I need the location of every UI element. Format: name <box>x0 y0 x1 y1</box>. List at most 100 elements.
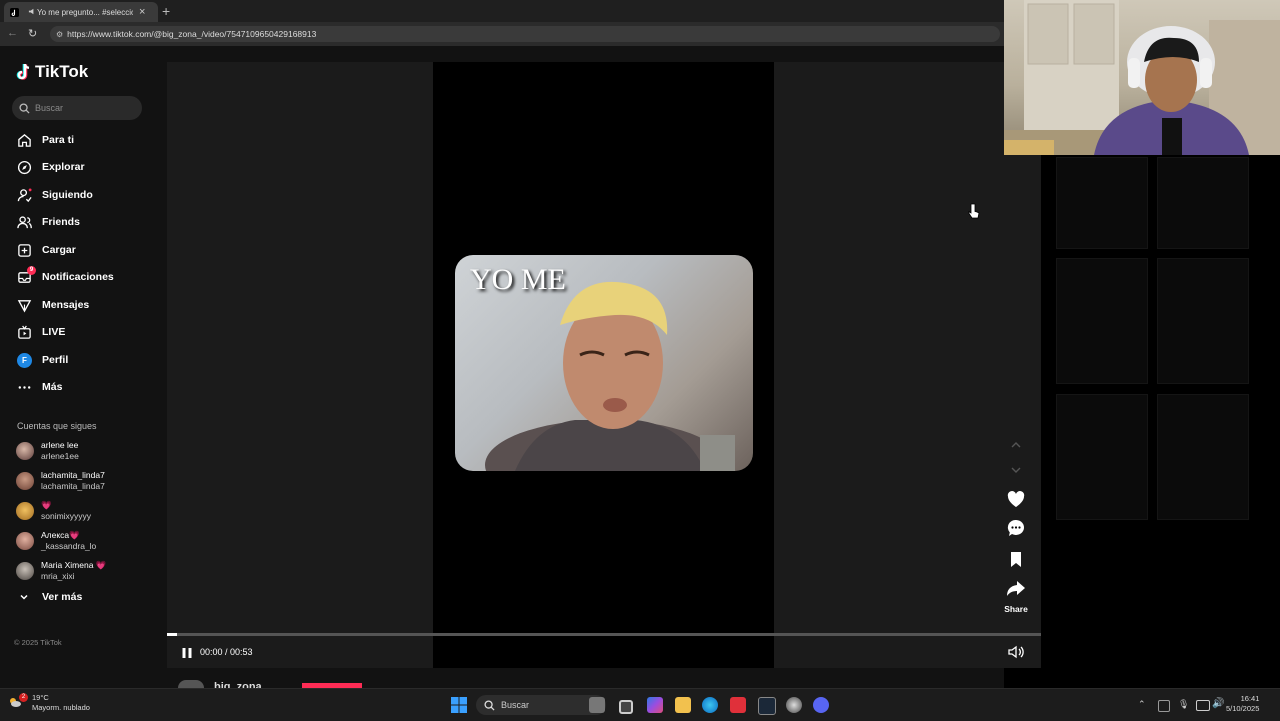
avatar <box>16 532 34 550</box>
search-icon <box>19 102 30 114</box>
see-more-label: Ver más <box>42 591 83 603</box>
nav-item-explorar[interactable]: Explorar <box>16 157 85 177</box>
taskbar-app-icon[interactable] <box>730 697 746 713</box>
url-text: https://www.tiktok.com/@big_zona_/video/… <box>67 29 317 39</box>
nav-label: Siguiendo <box>42 189 93 201</box>
account-item[interactable]: lachamita_linda7 lachamita_linda7 <box>16 468 105 494</box>
recommended-thumbnail[interactable] <box>1056 394 1148 520</box>
like-button[interactable] <box>1004 491 1028 508</box>
logo-text: TikTok <box>35 62 89 81</box>
nav-item-live[interactable]: LIVE <box>16 322 65 342</box>
live-icon <box>16 324 33 341</box>
close-tab-icon[interactable]: × <box>139 6 145 18</box>
taskbar-clock[interactable]: 16:41 5/10/2025 <box>1226 694 1259 714</box>
nav-label: Más <box>42 381 63 393</box>
account-item[interactable]: Maria Ximena 💗 mria_xixi <box>16 558 106 584</box>
speaker-icon[interactable]: 🔊 <box>1212 698 1224 709</box>
nav-item-mas[interactable]: Más <box>16 377 62 397</box>
avatar <box>16 472 34 490</box>
progress-bar[interactable] <box>167 633 1041 636</box>
upload-icon <box>16 242 33 259</box>
network-icon[interactable] <box>1196 700 1210 711</box>
nav-label: LIVE <box>42 326 66 338</box>
account-name: Maria Ximena 💗 <box>41 560 107 570</box>
share-icon <box>1007 581 1025 596</box>
notification-badge: 9 <box>27 265 36 275</box>
previous-video-button[interactable] <box>1004 440 1028 450</box>
nav-item-friends[interactable]: Friends <box>16 212 80 232</box>
account-item[interactable]: arlene lee arlene1ee <box>16 438 79 464</box>
account-handle: mria_xixi <box>41 571 75 581</box>
recommended-thumbnail[interactable] <box>1056 258 1148 384</box>
task-view-icon[interactable] <box>619 700 633 714</box>
discord-icon[interactable] <box>813 697 829 713</box>
weather-desc: Mayorm. nublado <box>32 703 90 712</box>
nav-item-para-ti[interactable]: Para ti <box>16 130 74 150</box>
account-item[interactable]: 💗 sonimixyyyyy <box>16 498 91 524</box>
tray-expand-icon[interactable]: ⌃ <box>1138 699 1146 710</box>
back-icon[interactable]: ← <box>7 27 18 39</box>
profile-avatar-icon: F <box>16 352 33 369</box>
recommended-thumbnail[interactable] <box>1157 258 1249 384</box>
tiktok-favicon-icon <box>10 7 19 17</box>
url-field[interactable]: ⚙ https://www.tiktok.com/@big_zona_/video… <box>50 26 1000 42</box>
chevron-down-icon <box>1011 467 1021 473</box>
nav-item-perfil[interactable]: F Perfil <box>16 350 68 370</box>
taskbar-search-label: Buscar <box>501 700 530 710</box>
see-more-button[interactable]: Ver más <box>18 591 82 603</box>
next-video-button[interactable] <box>1004 465 1028 475</box>
taskbar-search[interactable]: Buscar <box>476 695 606 715</box>
recommended-thumbnail[interactable] <box>1157 394 1249 520</box>
account-item[interactable]: Алекса💗 _kassandra_lo <box>16 528 96 554</box>
volume-button[interactable] <box>1008 645 1024 664</box>
account-handle: _kassandra_lo <box>41 541 97 551</box>
copilot-icon[interactable] <box>647 697 663 713</box>
pause-button[interactable] <box>181 646 193 664</box>
site-info-icon[interactable]: ⚙ <box>56 27 63 43</box>
tiktok-logo[interactable]: TikTok <box>16 62 88 82</box>
following-icon <box>16 187 33 204</box>
share-button[interactable] <box>1004 580 1028 597</box>
new-tab-button[interactable]: + <box>162 3 170 19</box>
account-name: lachamita_linda7 <box>41 470 105 480</box>
bookmark-icon <box>1011 552 1021 567</box>
webcam-overlay <box>1004 0 1280 155</box>
reload-icon[interactable]: ↻ <box>28 27 37 40</box>
speaker-icon <box>28 8 34 15</box>
edge-icon[interactable] <box>702 697 718 713</box>
mouse-cursor <box>968 203 980 224</box>
taskbar-app-icon[interactable] <box>786 697 802 713</box>
weather-icon[interactable]: 2 <box>8 693 28 709</box>
pause-icon <box>182 648 192 658</box>
account-handle: lachamita_linda7 <box>41 481 105 491</box>
avatar <box>16 562 34 580</box>
nav-item-notificaciones[interactable]: 9 Notificaciones <box>16 265 114 287</box>
author-avatar[interactable] <box>178 680 204 688</box>
search-input[interactable]: Buscar <box>12 96 142 120</box>
tray-app-icon[interactable] <box>1158 700 1170 712</box>
account-name: 💗 <box>41 500 52 510</box>
steam-icon[interactable] <box>758 697 776 715</box>
send-icon <box>16 297 33 314</box>
avatar <box>16 502 34 520</box>
chevron-down-icon <box>20 594 28 600</box>
nav-label: Friends <box>42 216 80 228</box>
recommended-thumbnail[interactable] <box>1056 157 1148 249</box>
comment-button[interactable] <box>1004 519 1028 537</box>
volume-icon <box>1008 645 1024 659</box>
nav-item-cargar[interactable]: Cargar <box>16 240 76 260</box>
more-icon <box>16 379 33 396</box>
nav-item-siguiendo[interactable]: Siguiendo <box>16 185 93 205</box>
taskbar-app-icon[interactable] <box>589 697 605 713</box>
windows-start-button[interactable] <box>451 697 467 718</box>
weather-temp: 19°C <box>32 693 49 702</box>
progress-fill <box>167 633 178 636</box>
nav-item-mensajes[interactable]: Mensajes <box>16 295 89 315</box>
comment-icon <box>1007 519 1024 536</box>
weather-widget[interactable]: 19°C Mayorm. nublado <box>32 693 90 713</box>
recommended-thumbnail[interactable] <box>1157 157 1249 249</box>
microphone-icon[interactable]: 🎙 <box>1178 699 1189 710</box>
bookmark-button[interactable] <box>1004 551 1028 568</box>
browser-tab[interactable]: Yo me pregunto... #seleccion × <box>4 2 158 22</box>
file-explorer-icon[interactable] <box>675 697 691 713</box>
